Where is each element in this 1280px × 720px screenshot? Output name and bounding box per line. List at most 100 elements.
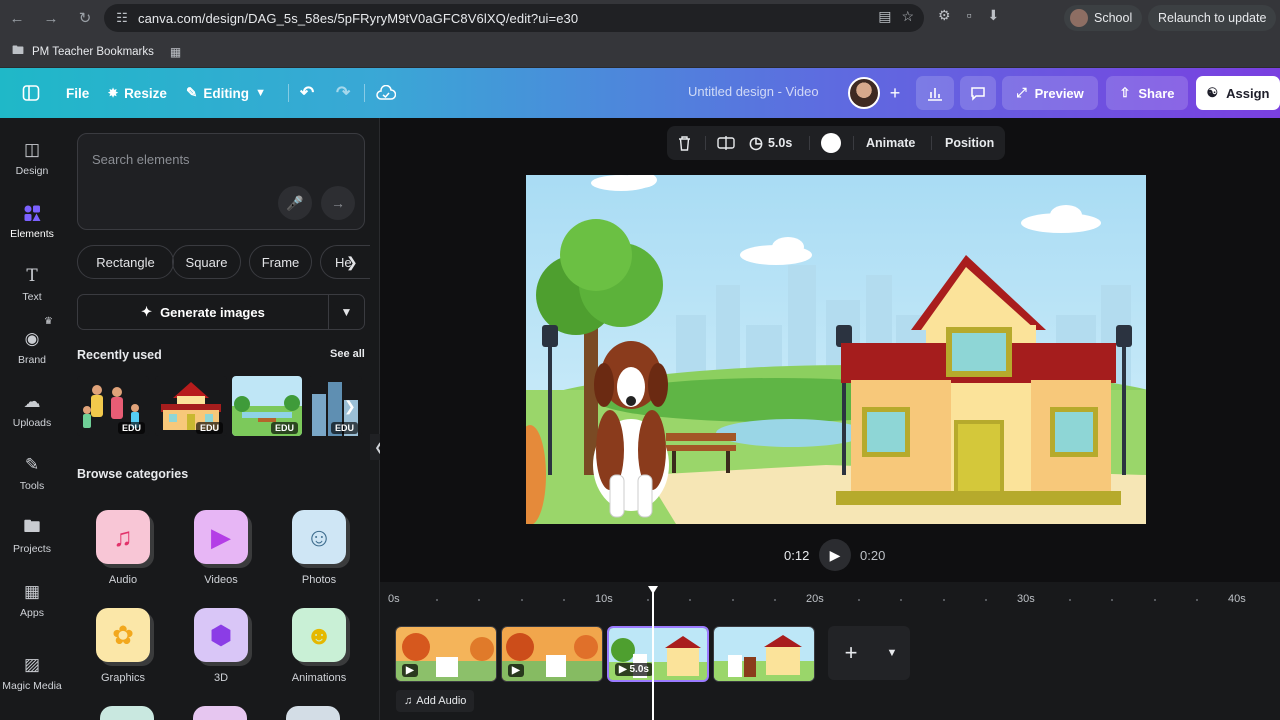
category-videos[interactable]: ▶ Videos	[186, 510, 256, 586]
reload-icon[interactable]: ↻	[74, 7, 96, 29]
rail-item-brand[interactable]: ◉ Brand	[0, 329, 64, 366]
video-clip-icon: ▶	[619, 664, 627, 675]
site-info-icon[interactable]: ☷	[108, 4, 136, 32]
rail-item-projects[interactable]: 🖿 Projects	[0, 517, 64, 556]
chip-square[interactable]: Square	[172, 245, 241, 279]
relaunch-button[interactable]: Relaunch to update	[1148, 5, 1277, 31]
add-collaborator-icon[interactable]: +	[882, 80, 908, 106]
add-audio-label: Add Audio	[416, 695, 467, 707]
rail-item-elements[interactable]: Elements	[0, 203, 64, 240]
ruler-dot	[1195, 599, 1198, 601]
sunflower-icon: ✿	[96, 608, 150, 662]
edu-badge: EDU	[195, 422, 223, 434]
rail-item-tools[interactable]: ✎ Tools	[0, 455, 64, 492]
generate-images-button[interactable]: ✦ Generate images ▼	[77, 294, 365, 330]
clipboard-icon[interactable]: ▤	[878, 8, 891, 25]
play-button[interactable]: ▶	[819, 539, 851, 571]
rail-item-design[interactable]: ◫ Design	[0, 140, 64, 177]
ruler-dot	[984, 599, 987, 601]
timeline-clip-4[interactable]	[713, 626, 815, 682]
add-audio-button[interactable]: ♫ Add Audio	[396, 690, 475, 712]
elements-panel: Search elements 🎤 → Rectangle Square Fra…	[64, 118, 380, 720]
search-elements-input[interactable]: Search elements 🎤 →	[77, 133, 365, 230]
category-label: Videos	[204, 574, 238, 586]
share-label: Share	[1138, 85, 1175, 101]
category-animations[interactable]: ☻ Animations	[284, 608, 354, 684]
editing-mode-button[interactable]: ✎ Editing ▼	[186, 68, 266, 118]
chip-heart[interactable]: He	[320, 245, 370, 279]
bookmark-folder[interactable]: PM Teacher Bookmarks	[32, 46, 154, 58]
rail-item-magic-media[interactable]: ▨ Magic Media	[0, 655, 64, 692]
rail-item-apps[interactable]: ▦ Apps	[0, 582, 64, 619]
chevron-down-icon[interactable]: ▼	[874, 647, 910, 659]
share-button[interactable]: ⇧ Share	[1106, 76, 1188, 110]
uploads-icon: ☁	[23, 392, 41, 411]
chip-rectangle[interactable]: Rectangle	[77, 245, 174, 279]
comments-button[interactable]	[960, 76, 996, 110]
toggle-sidebar-icon[interactable]	[22, 68, 40, 118]
rail-label: Text	[22, 291, 42, 303]
color-swatch[interactable]	[821, 126, 841, 160]
tab-search-icon[interactable]: ▫	[967, 7, 972, 24]
rail-item-uploads[interactable]: ☁ Uploads	[0, 392, 64, 429]
split-icon[interactable]	[717, 126, 735, 160]
animate-button[interactable]: Animate	[866, 126, 915, 160]
download-icon[interactable]: ⬇	[988, 7, 1000, 24]
pencil-icon: ✎	[186, 85, 198, 100]
profile-button[interactable]: School	[1064, 5, 1143, 31]
header-divider	[288, 84, 289, 102]
toolbar-divider	[705, 136, 706, 150]
bookmark-star-icon[interactable]: ☆	[901, 8, 914, 25]
timeline-clip-1[interactable]: ▶	[395, 626, 497, 682]
chevron-right-icon[interactable]: ❯	[346, 254, 358, 271]
add-page-icon[interactable]: +	[828, 640, 874, 666]
recent-item-family[interactable]: EDU	[77, 376, 149, 436]
preview-button[interactable]: ⤢ Preview	[1002, 76, 1098, 110]
extensions-icon[interactable]: ⚙	[938, 7, 951, 24]
design-canvas[interactable]	[526, 175, 1146, 524]
apps-grid-icon[interactable]: ▦	[170, 45, 181, 59]
category-photos[interactable]: ☺ Photos	[284, 510, 354, 586]
recent-item-park[interactable]: EDU	[232, 376, 302, 436]
duration-button[interactable]: ◷ 5.0s	[749, 126, 792, 160]
add-clip-group: + ▼	[828, 626, 910, 680]
assign-label: Assign	[1226, 85, 1270, 101]
address-bar[interactable]: ☷ canva.com/design/DAG_5s_58es/5pFRyryM9…	[104, 4, 924, 32]
timeline-clip-2[interactable]: ▶	[501, 626, 603, 682]
assign-button[interactable]: ☯ Assign	[1196, 76, 1280, 110]
chevron-down-icon[interactable]: ▼	[329, 305, 364, 319]
forward-icon[interactable]: →	[40, 7, 62, 29]
bookmarks-bar: 🖿 PM Teacher Bookmarks ▦	[0, 36, 1280, 68]
recent-item-house[interactable]: EDU	[155, 376, 227, 436]
clip-duration: 5.0s	[629, 664, 649, 675]
redo-icon[interactable]: ↷	[336, 68, 350, 118]
chip-frame[interactable]: Frame	[249, 245, 312, 279]
category-graphics[interactable]: ✿ Graphics	[88, 608, 158, 684]
generate-images-main[interactable]: ✦ Generate images	[78, 295, 329, 329]
rail-label: Uploads	[12, 417, 52, 429]
resize-button[interactable]: ✸ Resize	[108, 68, 167, 118]
insights-button[interactable]	[916, 76, 954, 110]
category-3d[interactable]: ⬢ 3D	[186, 608, 256, 684]
expand-icon: ⤢	[1016, 85, 1027, 100]
document-title[interactable]: Untitled design - Video	[688, 84, 819, 99]
back-icon[interactable]: ←	[6, 7, 28, 29]
trash-icon[interactable]	[677, 126, 692, 160]
collaborator-avatar[interactable]	[848, 77, 880, 109]
url-text[interactable]: canva.com/design/DAG_5s_58es/5pFRyryM9tV…	[138, 11, 578, 26]
submit-arrow-icon[interactable]: →	[321, 186, 355, 220]
category-audio[interactable]: ♫ Audio	[88, 510, 158, 586]
undo-icon[interactable]: ↶	[300, 68, 314, 118]
cloud-saved-icon[interactable]	[376, 68, 396, 118]
ruler-tick: 0s	[388, 593, 400, 605]
see-all-link[interactable]: See all	[330, 348, 365, 360]
position-button[interactable]: Position	[945, 126, 994, 160]
microphone-icon[interactable]: 🎤	[278, 186, 312, 220]
file-menu[interactable]: File	[66, 68, 89, 118]
photo-icon: ☺	[292, 510, 346, 564]
playhead[interactable]	[652, 590, 654, 720]
element-toolbar: ◷ 5.0s Animate Position	[667, 126, 1005, 160]
rail-item-text[interactable]: T Text	[0, 266, 64, 303]
timeline-clip-3-selected[interactable]: ▶ 5.0s	[607, 626, 709, 682]
chevron-right-icon[interactable]: ❯	[344, 398, 356, 415]
